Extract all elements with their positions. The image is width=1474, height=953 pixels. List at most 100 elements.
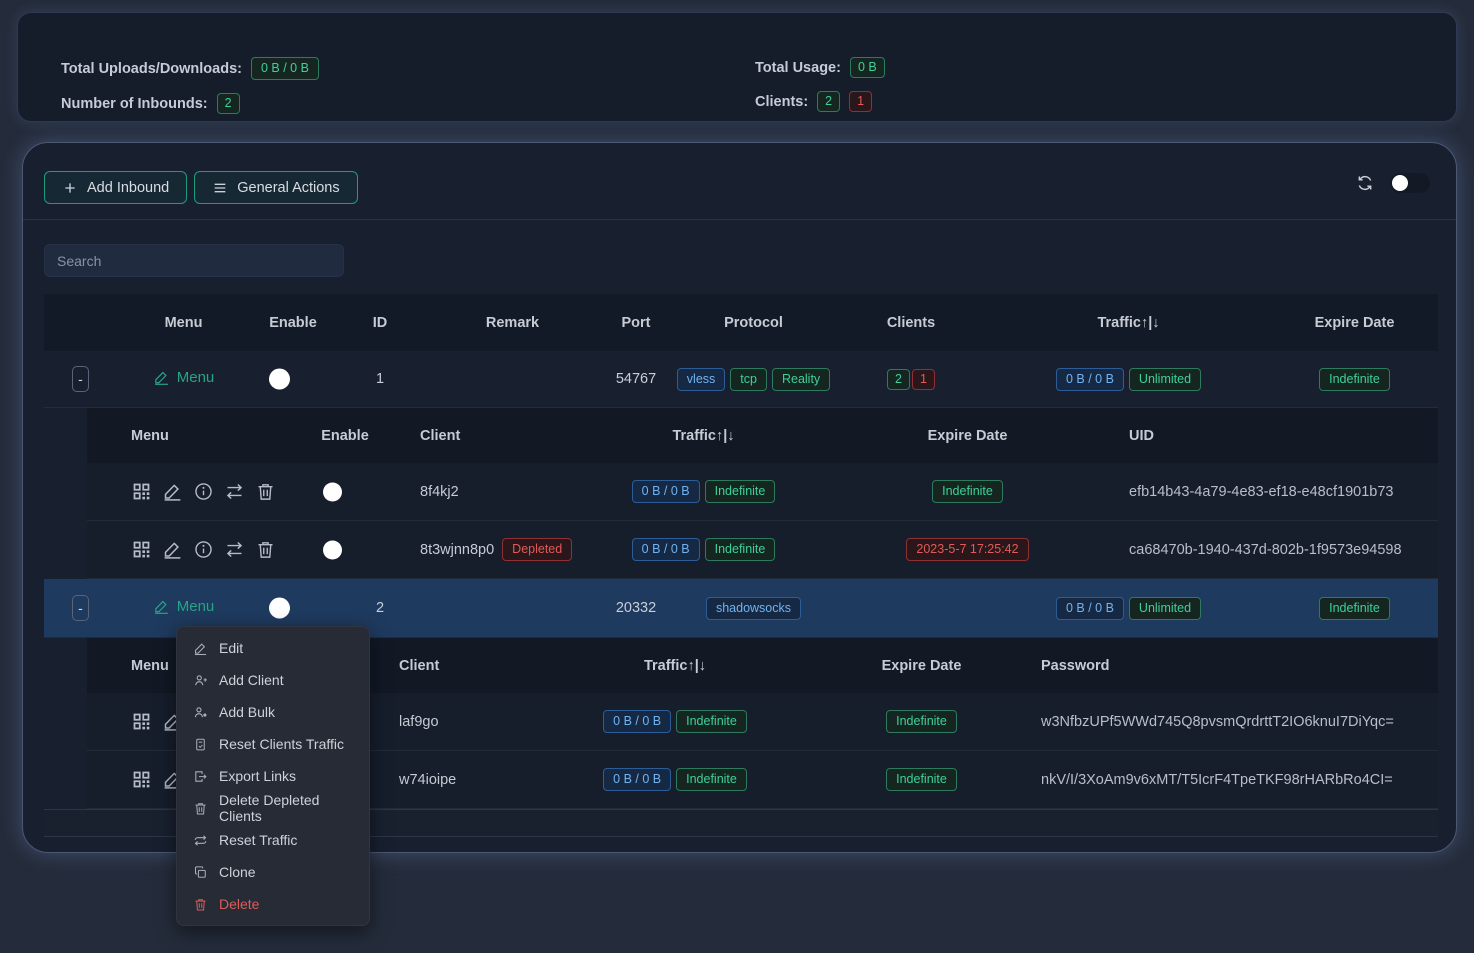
- inbound-menu-trigger[interactable]: Menu: [153, 598, 215, 615]
- qr-code-icon[interactable]: [131, 539, 152, 560]
- expire-badge: Indefinite: [1319, 368, 1390, 391]
- menu-item-label: Export Links: [219, 768, 296, 784]
- add-bulk-icon: [193, 705, 208, 720]
- inbound-menu-trigger[interactable]: Menu: [153, 369, 215, 386]
- client-name: 8t3wjnn8p0 Depleted: [420, 538, 572, 561]
- toggle-knob: [269, 598, 290, 619]
- reset-traffic-icon[interactable]: [224, 481, 245, 502]
- menu-item-label: Delete: [219, 896, 259, 912]
- edit-icon: [193, 641, 208, 656]
- traffic-badge: 0 B / 0 B: [632, 480, 700, 503]
- collapse-row-button[interactable]: -: [72, 366, 89, 392]
- inbound-id: 1: [336, 371, 424, 387]
- traffic-badge: 0 B / 0 B: [632, 538, 700, 561]
- expire-badge: Indefinite: [932, 480, 1003, 503]
- client-password: nkV/I/3XoAm9v6xMT/T5IcrF4TpeTKF98rHARbRo…: [1033, 772, 1438, 788]
- inbound-clients-counts: 2 1: [836, 369, 986, 390]
- header-traffic[interactable]: Traffic↑|↓: [558, 428, 849, 444]
- header-remark: Remark: [424, 315, 601, 331]
- inbound-menu-label: Menu: [177, 369, 215, 386]
- clients-depleted-badge: 1: [912, 369, 935, 390]
- qr-code-icon[interactable]: [131, 711, 152, 732]
- edit-icon[interactable]: [162, 539, 183, 560]
- expire-badge: Indefinite: [1319, 597, 1390, 620]
- stat-number-of-inbounds: Number of Inbounds: 2: [61, 93, 319, 114]
- menu-item-label: Reset Clients Traffic: [219, 736, 344, 752]
- client-actions: [87, 481, 300, 502]
- toolbar-divider: [23, 219, 1456, 220]
- menu-item-delete[interactable]: Delete: [177, 888, 369, 920]
- stats-left-column: Total Uploads/Downloads: 0 B / 0 B Numbe…: [61, 57, 319, 114]
- client-name-text: 8t3wjnn8p0: [420, 542, 494, 558]
- qr-code-icon[interactable]: [131, 481, 152, 502]
- delete-icon[interactable]: [255, 481, 276, 502]
- auto-refresh-toggle[interactable]: [1390, 173, 1430, 193]
- info-icon[interactable]: [193, 481, 214, 502]
- toggle-knob: [1392, 175, 1408, 191]
- client-traffic: 0 B / 0 B Indefinite: [558, 480, 849, 503]
- traffic-limit-badge: Indefinite: [676, 768, 747, 791]
- export-links-icon: [193, 769, 208, 784]
- client-row: 8t3wjnn8p0 Depleted 0 B / 0 B Indefinite…: [87, 521, 1438, 579]
- header-port: Port: [601, 315, 671, 331]
- stat-total-usage: Total Usage: 0 B: [755, 57, 885, 78]
- client-traffic: 0 B / 0 B Indefinite: [558, 538, 849, 561]
- xui-inbounds-page: Total Uploads/Downloads: 0 B / 0 B Numbe…: [0, 0, 1474, 953]
- delete-icon[interactable]: [255, 539, 276, 560]
- total-uploads-downloads-badge: 0 B / 0 B: [251, 57, 319, 80]
- menu-item-label: Add Bulk: [219, 704, 275, 720]
- add-inbound-button[interactable]: Add Inbound: [44, 171, 187, 204]
- menu-item-delete-depleted-clients[interactable]: Delete Depleted Clients: [177, 792, 369, 824]
- search-input[interactable]: [44, 244, 344, 277]
- header-uid: UID: [1086, 428, 1438, 444]
- header-traffic[interactable]: Traffic↑|↓: [540, 658, 810, 674]
- transport-tag: tcp: [730, 368, 767, 391]
- hamburger-icon: [212, 180, 228, 196]
- inbound-menu-label: Menu: [177, 598, 215, 615]
- general-actions-button[interactable]: General Actions: [194, 171, 357, 204]
- toggle-knob: [323, 540, 342, 559]
- stat-label: Total Usage:: [755, 60, 841, 76]
- stat-clients: Clients: 2 1: [755, 91, 885, 112]
- refresh-icon[interactable]: [1355, 173, 1375, 193]
- menu-item-edit[interactable]: Edit: [177, 632, 369, 664]
- menu-item-reset-traffic[interactable]: Reset Traffic: [177, 824, 369, 856]
- traffic-limit-badge: Unlimited: [1129, 368, 1201, 391]
- menu-item-add-client[interactable]: Add Client: [177, 664, 369, 696]
- traffic-limit-badge: Indefinite: [705, 538, 776, 561]
- header-expire-date: Expire Date: [1271, 315, 1438, 331]
- inbounds-table-header: Menu Enable ID Remark Port Protocol Clie…: [44, 294, 1438, 351]
- header-menu: Menu: [87, 428, 300, 444]
- header-id: ID: [336, 315, 424, 331]
- clients-depleted-badge: 1: [849, 91, 872, 112]
- client-name: 8f4kj2: [420, 484, 459, 500]
- header-expire-date: Expire Date: [810, 658, 1033, 674]
- info-icon[interactable]: [193, 539, 214, 560]
- stat-label: Clients:: [755, 94, 808, 110]
- header-traffic[interactable]: Traffic↑|↓: [986, 315, 1271, 331]
- menu-item-label: Clone: [219, 864, 256, 880]
- reset-traffic-icon[interactable]: [224, 539, 245, 560]
- menu-item-export-links[interactable]: Export Links: [177, 760, 369, 792]
- header-password: Password: [1033, 658, 1438, 674]
- header-enable: Enable: [250, 315, 336, 331]
- traffic-limit-badge: Unlimited: [1129, 597, 1201, 620]
- menu-item-add-bulk[interactable]: Add Bulk: [177, 696, 369, 728]
- traffic-limit-badge: Indefinite: [676, 710, 747, 733]
- client-actions: [87, 539, 300, 560]
- collapse-row-button[interactable]: -: [72, 595, 89, 621]
- traffic-limit-badge: Indefinite: [705, 480, 776, 503]
- security-tag: Reality: [772, 368, 830, 391]
- menu-item-label: Delete Depleted Clients: [219, 792, 353, 824]
- expire-badge: Indefinite: [886, 768, 957, 791]
- menu-item-clone[interactable]: Clone: [177, 856, 369, 888]
- stat-label: Total Uploads/Downloads:: [61, 61, 242, 77]
- traffic-badge: 0 B / 0 B: [1056, 597, 1124, 620]
- menu-item-reset-clients-traffic[interactable]: Reset Clients Traffic: [177, 728, 369, 760]
- expire-badge: Indefinite: [886, 710, 957, 733]
- add-inbound-label: Add Inbound: [87, 180, 169, 196]
- toolbar: Add Inbound General Actions: [23, 171, 1456, 204]
- edit-icon[interactable]: [162, 481, 183, 502]
- qr-code-icon[interactable]: [131, 769, 152, 790]
- protocol-tag: shadowsocks: [706, 597, 801, 620]
